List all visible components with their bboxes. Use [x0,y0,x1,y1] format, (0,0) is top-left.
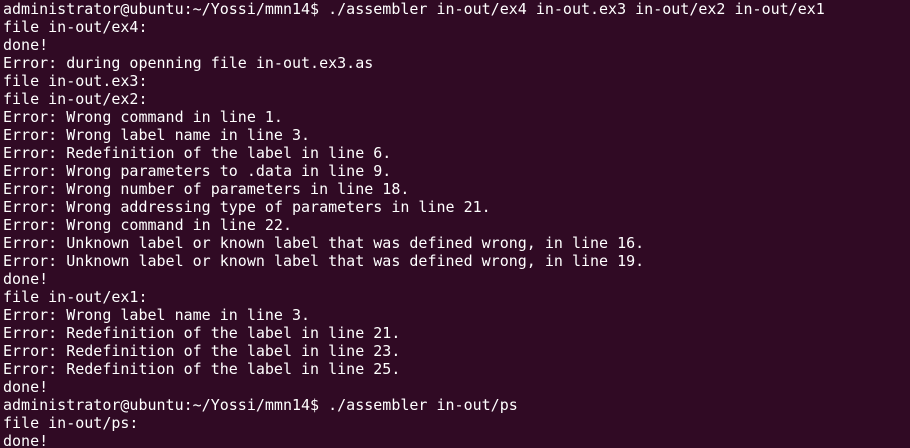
output-line: done! [3,270,49,288]
output-line: file in-out/ex4: [3,18,148,36]
output-line: Error: Wrong command in line 22. [3,216,292,234]
output-line: Error: Wrong label name in line 3. [3,306,311,324]
output-line: file in-out/ex1: [3,288,148,306]
output-line: Error: Unknown label or known label that… [3,252,645,270]
output-line: Error: Redefinition of the label in line… [3,144,392,162]
output-line: Error: Wrong addressing type of paramete… [3,198,491,216]
output-line: file in-out/ps: [3,414,139,432]
terminal-window[interactable]: administrator@ubuntu:~/Yossi/mmn14$ ./as… [0,0,910,448]
output-line: done! [3,432,49,448]
prompt-command-line: administrator@ubuntu:~/Yossi/mmn14$ ./as… [3,396,518,414]
output-line: Error: Unknown label or known label that… [3,234,645,252]
output-line: Error: Redefinition of the label in line… [3,342,401,360]
output-line: done! [3,36,49,54]
output-line: done! [3,378,49,396]
output-line: Error: Wrong command in line 1. [3,108,283,126]
output-line: file in-out/ex2: [3,90,148,108]
output-line: Error: Wrong parameters to .data in line… [3,162,392,180]
output-line: Error: during openning file in-out.ex3.a… [3,54,374,72]
output-line: Error: Wrong label name in line 3. [3,126,311,144]
output-line: Error: Redefinition of the label in line… [3,360,401,378]
output-line: file in-out.ex3: [3,72,148,90]
output-line: Error: Redefinition of the label in line… [3,324,401,342]
prompt-command-line: administrator@ubuntu:~/Yossi/mmn14$ ./as… [3,0,825,18]
output-line: Error: Wrong number of parameters in lin… [3,180,410,198]
